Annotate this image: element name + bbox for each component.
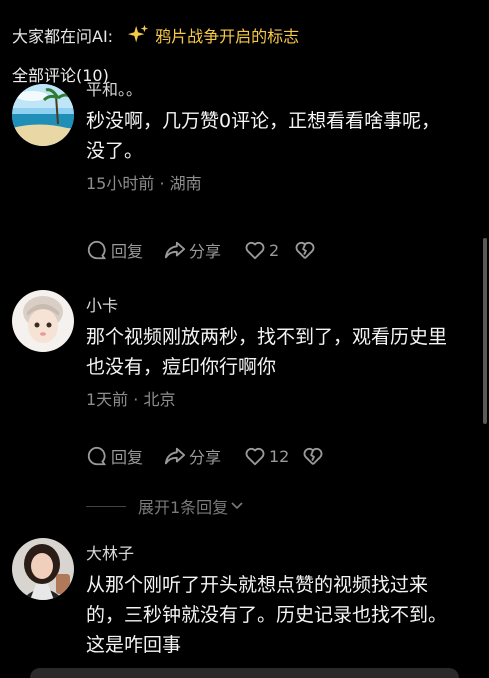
comment-input-bar[interactable]: [30, 668, 459, 678]
like-button[interactable]: 2: [244, 239, 294, 261]
beach-landscape-avatar-image: [12, 84, 74, 146]
like-button[interactable]: 12: [244, 445, 302, 467]
like-count: 12: [269, 446, 290, 466]
comment-text-line: 那个视频刚放两秒，找不到了，观看历史里: [86, 326, 448, 348]
dislike-button[interactable]: [302, 445, 327, 467]
comment-text: 秒没啊，几万赞0评论，正想看看啥事呢， 没了。: [86, 106, 470, 166]
reply-button[interactable]: 回复: [86, 238, 164, 262]
expand-replies-button[interactable]: 展开1条回复: [86, 494, 244, 518]
comment-text-line: 也没有，痘印你行啊你: [86, 356, 277, 378]
child-portrait-avatar-image: [12, 290, 74, 352]
reply-label: 回复: [111, 448, 144, 467]
comment-text: 那个视频刚放两秒，找不到了，观看历史里 也没有，痘印你行啊你: [86, 322, 470, 382]
ask-ai-topic-link[interactable]: 鸦片战争开启的标志: [155, 23, 299, 47]
sparkle-icon: [127, 24, 149, 43]
comment-text-line: 的，三秒钟就没有了。历史记录也找不到。: [86, 604, 448, 626]
share-button[interactable]: 分享: [164, 238, 244, 262]
broken-heart-icon: [303, 447, 323, 465]
avatar[interactable]: [12, 290, 74, 352]
reply-button[interactable]: 回复: [86, 444, 164, 468]
share-label: 分享: [189, 242, 222, 261]
chevron-down-icon: [231, 502, 243, 510]
share-label: 分享: [189, 448, 222, 467]
heart-icon: [245, 241, 265, 260]
woman-portrait-avatar-image: [12, 538, 74, 600]
comment-actions: 回复 分享 12: [86, 444, 327, 468]
ask-ai-bar[interactable]: 大家都在问AI: 鸦片战争开启的标志: [12, 22, 299, 48]
share-icon: [164, 241, 186, 259]
avatar[interactable]: [12, 538, 74, 600]
share-icon: [164, 447, 186, 465]
share-button[interactable]: 分享: [164, 444, 244, 468]
comment-meta: 15小时前 · 湖南: [86, 174, 202, 193]
expand-replies-label: 展开1条回复: [138, 498, 229, 517]
dislike-button[interactable]: [294, 239, 319, 261]
expand-divider: [86, 505, 126, 507]
comment-text-line: 从那个刚听了开头就想点赞的视频找过来: [86, 574, 429, 596]
comment-author-name[interactable]: 小卡: [86, 294, 470, 318]
comment-text-line: 没了。: [86, 140, 144, 162]
reply-icon: [87, 446, 107, 466]
reply-icon: [87, 240, 107, 260]
comment-author-name[interactable]: 平和。。: [86, 78, 470, 102]
ask-ai-label: 大家都在问AI:: [12, 27, 114, 46]
comment-text: 从那个刚听了开头就想点赞的视频找过来 的，三秒钟就没有了。历史记录也找不到。 这…: [86, 570, 470, 660]
comment-author-name[interactable]: 大林子: [86, 542, 470, 566]
comment-actions: 回复 分享 2: [86, 238, 319, 262]
scrollbar[interactable]: [483, 238, 487, 424]
broken-heart-icon: [295, 241, 315, 259]
reply-label: 回复: [111, 242, 144, 261]
comment-meta: 1天前 · 北京: [86, 390, 176, 409]
like-count: 2: [269, 240, 280, 260]
comment-text-line: 这是咋回事: [86, 634, 182, 656]
heart-icon: [245, 447, 265, 466]
avatar[interactable]: [12, 84, 74, 146]
comment-text-line: 秒没啊，几万赞0评论，正想看看啥事呢，: [86, 110, 441, 132]
